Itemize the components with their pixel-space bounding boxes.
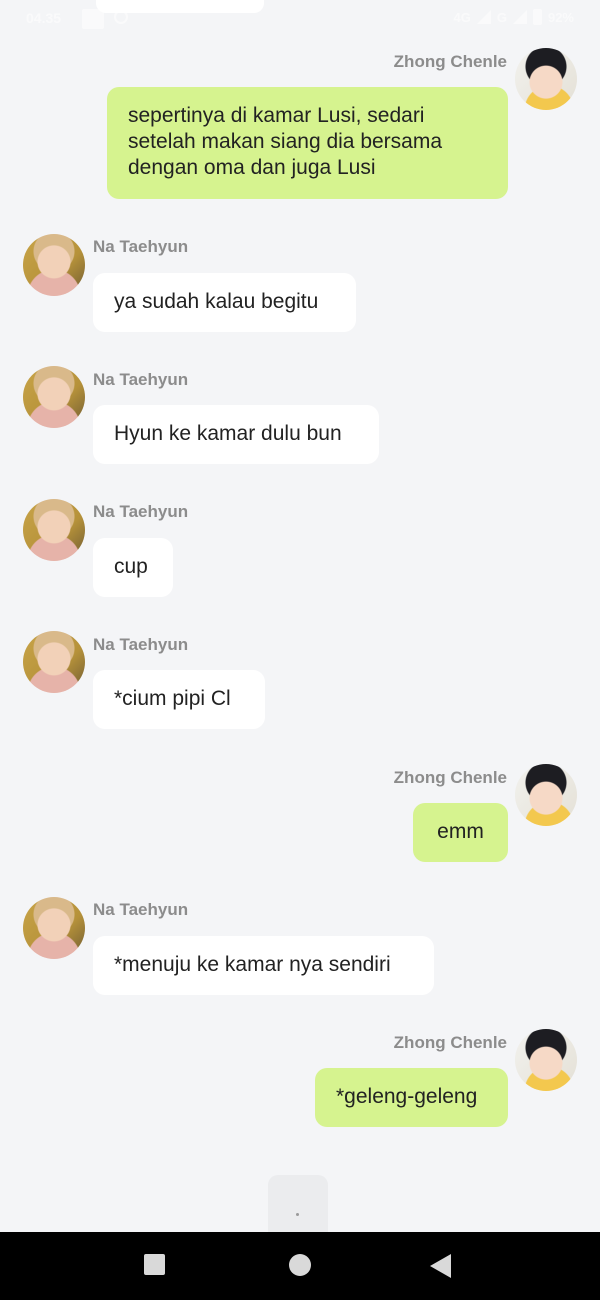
- message-line: *cium pipi Cl: [114, 687, 231, 710]
- signal2-icon: [512, 10, 527, 24]
- alarm-icon: [114, 10, 128, 24]
- avatar[interactable]: [23, 234, 85, 296]
- message-line: emm: [437, 820, 484, 843]
- avatar[interactable]: [515, 1029, 577, 1091]
- sender-name: Na Taehyun: [93, 635, 189, 654]
- avatar[interactable]: [23, 499, 85, 561]
- message-line: Hyun ke kamar dulu bun: [114, 422, 342, 445]
- message-line: ya sudah kalau begitu: [114, 290, 319, 313]
- avatar[interactable]: [23, 631, 85, 693]
- sender-name: Zhong Chenle: [393, 1033, 507, 1052]
- message-bubble[interactable]: *cium pipi Cl: [93, 670, 265, 729]
- typing-dot: [296, 1213, 299, 1216]
- sender-name: Na Taehyun: [93, 370, 189, 389]
- avatar[interactable]: [515, 764, 577, 826]
- status-time: 04.35: [26, 10, 62, 26]
- message-line: sepertinya di kamar Lusi, sedari: [128, 104, 425, 127]
- status-bar: 04.35 4G G 92%: [0, 0, 600, 36]
- battery-icon: [532, 9, 542, 25]
- back-triangle-icon[interactable]: [430, 1254, 451, 1278]
- message-line: cup: [114, 555, 148, 578]
- avatar[interactable]: [23, 897, 85, 959]
- recents-square-icon[interactable]: [144, 1254, 165, 1275]
- typing-indicator[interactable]: [268, 1175, 328, 1237]
- sender-name: Na Taehyun: [93, 237, 189, 256]
- message-bubble[interactable]: *geleng-geleng: [315, 1068, 508, 1127]
- network2-label: G: [496, 9, 507, 25]
- network-label: 4G: [453, 9, 471, 25]
- message-line: dengan oma dan juga Lusi: [128, 156, 376, 179]
- avatar[interactable]: [23, 366, 85, 428]
- system-nav-bar: [0, 1232, 600, 1300]
- message-bubble[interactable]: Hyun ke kamar dulu bun: [93, 405, 379, 464]
- sender-name: Na Taehyun: [93, 900, 189, 919]
- sender-name: Na Taehyun: [93, 502, 189, 521]
- message-bubble[interactable]: sepertinya di kamar Lusi, sedari setelah…: [107, 87, 508, 199]
- battery-label: 92%: [547, 9, 574, 25]
- notification-icon: [82, 9, 104, 29]
- avatar[interactable]: [515, 48, 577, 110]
- signal-icon: [476, 10, 491, 24]
- message-bubble[interactable]: cup: [93, 538, 173, 597]
- sender-name: Zhong Chenle: [393, 52, 507, 71]
- sender-name: Zhong Chenle: [393, 768, 507, 787]
- message-bubble[interactable]: emm: [413, 803, 508, 862]
- message-line: setelah makan siang dia bersama: [128, 130, 443, 153]
- message-bubble[interactable]: *menuju ke kamar nya sendiri: [93, 936, 434, 995]
- status-right: 4G G 92%: [453, 9, 574, 25]
- message-line: *geleng-geleng: [336, 1085, 478, 1108]
- home-circle-icon[interactable]: [289, 1254, 311, 1276]
- message-line: *menuju ke kamar nya sendiri: [114, 953, 391, 976]
- message-bubble[interactable]: ya sudah kalau begitu: [93, 273, 356, 332]
